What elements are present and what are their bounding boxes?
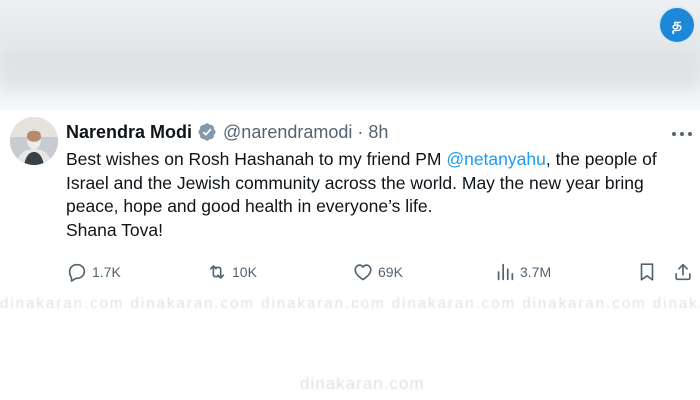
- separator-dot: ·: [357, 121, 364, 142]
- tweet-text: Best wishes on Rosh Hashanah to my frien…: [66, 148, 691, 242]
- reply-count: 1.7K: [92, 264, 121, 280]
- action-bar: 1.7K 10K 69K 3.7M: [66, 261, 696, 283]
- tweet-card: Narendra Modi @narendramodi · 8h Best wi…: [0, 110, 700, 400]
- more-icon[interactable]: [672, 126, 692, 142]
- tweet-timestamp[interactable]: 8h: [368, 122, 388, 143]
- verified-icon: [198, 123, 216, 141]
- repost-icon: [209, 265, 225, 279]
- bookmark-button[interactable]: [636, 261, 662, 283]
- blurred-background: [0, 0, 700, 110]
- avatar[interactable]: [10, 117, 58, 165]
- author-handle[interactable]: @narendramodi: [223, 122, 352, 143]
- tweet-text-line2: Shana Tova!: [66, 219, 163, 240]
- blurred-band: [0, 50, 700, 90]
- tweet-text-part1: Best wishes on Rosh Hashanah to my frien…: [66, 149, 447, 169]
- reply-button[interactable]: 1.7K: [66, 261, 121, 283]
- bookmark-icon: [640, 263, 654, 281]
- like-button[interactable]: 69K: [352, 261, 403, 283]
- like-count: 69K: [378, 264, 403, 280]
- site-logo: த: [658, 6, 696, 44]
- repost-button[interactable]: 10K: [206, 261, 257, 283]
- display-name[interactable]: Narendra Modi: [66, 122, 192, 143]
- watermark-band: dinakaran.com dinakaran.com dinakaran.co…: [0, 295, 700, 312]
- watermark: dinakaran.com: [300, 374, 425, 393]
- share-button[interactable]: [672, 261, 698, 283]
- views-count: 3.7M: [520, 264, 552, 280]
- like-icon: [354, 264, 372, 281]
- views-icon: [497, 263, 514, 281]
- repost-count: 10K: [232, 264, 257, 280]
- reply-icon: [68, 263, 86, 282]
- tweet-header: Narendra Modi @narendramodi · 8h: [66, 120, 388, 144]
- views-button[interactable]: 3.7M: [494, 261, 551, 283]
- share-icon: [675, 263, 691, 281]
- mention-link[interactable]: @netanyahu: [446, 149, 546, 169]
